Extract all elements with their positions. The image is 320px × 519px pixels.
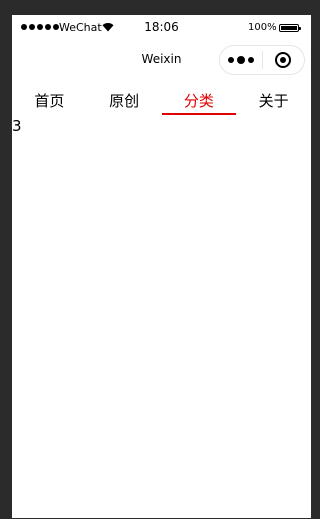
phone-screen: WeChat 18:06 100% Weixin 首页 原创 分类 关于 3 <box>12 15 311 518</box>
more-dots-icon <box>227 57 234 63</box>
battery-icon <box>279 24 301 32</box>
tab-category[interactable]: 分类 <box>161 89 237 115</box>
content-text: 3 <box>12 117 22 135</box>
battery-fill <box>281 26 297 30</box>
battery-percent: 100% <box>248 22 277 33</box>
status-bar: WeChat 18:06 100% <box>12 15 311 41</box>
tab-about[interactable]: 关于 <box>236 89 311 115</box>
tab-bar: 首页 原创 分类 关于 <box>12 89 311 115</box>
capsule-menu <box>219 45 305 75</box>
more-dots-icon <box>247 57 254 63</box>
tab-original[interactable]: 原创 <box>87 89 162 115</box>
navigation-bar: Weixin <box>12 41 311 79</box>
target-circle-icon <box>275 52 292 68</box>
close-button[interactable] <box>262 46 304 74</box>
more-dots-icon <box>236 56 245 64</box>
more-button[interactable] <box>220 46 262 74</box>
tab-home[interactable]: 首页 <box>12 89 87 115</box>
